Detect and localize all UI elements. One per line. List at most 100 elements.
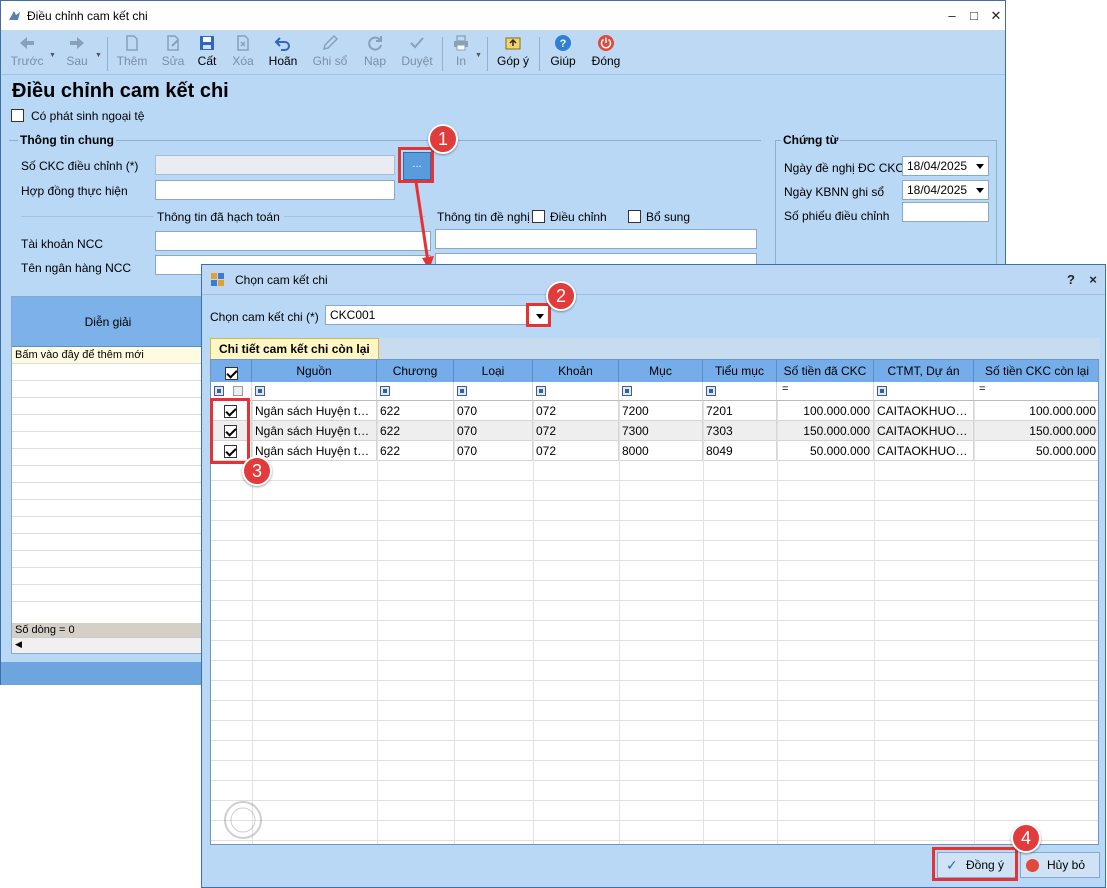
prev-button[interactable]: Trước	[7, 34, 47, 74]
col-header-so-tien-da-ckc[interactable]: Số tiền đã CKC	[777, 360, 874, 382]
cell-so-tien-da-ckc[interactable]: 150.000.000	[777, 421, 874, 441]
adjust-checkbox[interactable]	[532, 210, 545, 223]
col-header-so-tien-con-lai[interactable]: Số tiền CKC còn lại	[974, 360, 1098, 382]
ckc-number-input[interactable]	[155, 155, 395, 175]
supplement-checkbox[interactable]	[628, 210, 641, 223]
cell-so-tien-con-lai[interactable]: 100.000.000	[974, 401, 1098, 421]
filter-icon[interactable]	[380, 386, 390, 396]
grid-header-description[interactable]: Diễn giải	[12, 297, 204, 347]
cell-muc[interactable]: 8000	[619, 441, 703, 461]
horizontal-scrollbar[interactable]: ◀	[12, 637, 204, 653]
add-button[interactable]: Thêm	[113, 34, 151, 74]
table-row[interactable]: Ngân sách Huyện tự chủ 622 070 072 7300 …	[211, 421, 1098, 441]
filter-nguon[interactable]	[252, 382, 377, 401]
filter-icon[interactable]	[877, 386, 887, 396]
filter-ctmt[interactable]	[874, 382, 974, 401]
filter-icon[interactable]	[706, 386, 716, 396]
cancel-button[interactable]: Hủy bỏ	[1020, 852, 1100, 878]
feedback-button[interactable]: Góp ý	[493, 34, 533, 74]
close-button[interactable]: Đóng	[589, 34, 623, 74]
cell-nguon[interactable]: Ngân sách Huyện tự chủ	[252, 421, 377, 441]
filter-loai[interactable]	[454, 382, 533, 401]
cell-muc[interactable]: 7200	[619, 401, 703, 421]
select-all-checkbox[interactable]	[224, 366, 238, 380]
tab-remaining-details[interactable]: Chi tiết cam kết chi còn lại	[210, 338, 379, 359]
cell-khoan[interactable]: 072	[533, 401, 619, 421]
cell-chuong[interactable]: 622	[377, 441, 454, 461]
cell-khoan[interactable]: 072	[533, 441, 619, 461]
chevron-down-icon[interactable]	[976, 188, 984, 193]
print-dropdown-icon[interactable]: ▼	[475, 52, 482, 59]
kbnn-date-picker[interactable]: 18/04/2025	[902, 180, 989, 200]
contract-input[interactable]	[155, 180, 395, 200]
cell-nguon[interactable]: Ngân sách Huyện tự chủ	[252, 401, 377, 421]
print-button[interactable]: In	[448, 34, 474, 74]
slip-number-input[interactable]	[902, 202, 989, 222]
maximize-icon[interactable]: □	[963, 6, 985, 26]
edit-button[interactable]: Sửa	[155, 34, 191, 74]
col-header-ctmt[interactable]: CTMT, Dự án	[874, 360, 974, 382]
scroll-left-icon[interactable]: ◀	[15, 639, 22, 650]
cell-ctmt[interactable]: CAITAOKHUONVIEN	[874, 401, 974, 421]
filter-icon[interactable]	[622, 386, 632, 396]
supplier-account-input[interactable]	[155, 231, 431, 251]
cell-chuong[interactable]: 622	[377, 401, 454, 421]
filter-muc[interactable]	[619, 382, 703, 401]
select-commitment-combo[interactable]: CKC001	[325, 305, 550, 325]
col-header-loai[interactable]: Loại	[454, 360, 533, 382]
close-icon[interactable]: ✕	[985, 6, 1007, 26]
next-dropdown-icon[interactable]: ▼	[95, 52, 102, 59]
cell-loai[interactable]: 070	[454, 421, 533, 441]
cell-chuong[interactable]: 622	[377, 421, 454, 441]
filter-icon[interactable]	[214, 386, 224, 396]
equals-icon[interactable]: =	[979, 383, 985, 395]
cell-so-tien-con-lai[interactable]: 150.000.000	[974, 421, 1098, 441]
help-button[interactable]: ? Giúp	[547, 34, 579, 74]
cell-so-tien-con-lai[interactable]: 50.000.000	[974, 441, 1098, 461]
cell-loai[interactable]: 070	[454, 441, 533, 461]
cell-so-tien-da-ckc[interactable]: 100.000.000	[777, 401, 874, 421]
supplier-account-proposed-input[interactable]	[435, 229, 757, 249]
col-header-nguon[interactable]: Nguồn	[252, 360, 377, 382]
approve-button[interactable]: Duyệt	[397, 34, 437, 74]
cell-loai[interactable]: 070	[454, 401, 533, 421]
cell-so-tien-da-ckc[interactable]: 50.000.000	[777, 441, 874, 461]
filter-khoan[interactable]	[533, 382, 619, 401]
close-icon[interactable]: ×	[1082, 270, 1104, 290]
equals-icon[interactable]: =	[782, 383, 788, 395]
cell-ctmt[interactable]: CAITAOKHUONVIEN	[874, 441, 974, 461]
filter-chuong[interactable]	[377, 382, 454, 401]
reload-button[interactable]: Nạp	[358, 34, 392, 74]
cell-muc[interactable]: 7300	[619, 421, 703, 441]
filter-so-tien-da-ckc[interactable]: =	[777, 382, 874, 401]
cell-tieu-muc[interactable]: 7201	[703, 401, 777, 421]
col-header-chuong[interactable]: Chương	[377, 360, 454, 382]
postpone-button[interactable]: Hoãn	[266, 34, 300, 74]
request-date-picker[interactable]: 18/04/2025	[902, 156, 989, 176]
cell-ctmt[interactable]: CAITAOKHUONVIEN	[874, 421, 974, 441]
next-button[interactable]: Sau	[59, 34, 95, 74]
filter-check-icon[interactable]	[233, 386, 243, 396]
cell-tieu-muc[interactable]: 7303	[703, 421, 777, 441]
delete-button[interactable]: Xóa	[227, 34, 259, 74]
col-header-muc[interactable]: Mục	[619, 360, 703, 382]
prev-dropdown-icon[interactable]: ▼	[49, 52, 56, 59]
cell-tieu-muc[interactable]: 8049	[703, 441, 777, 461]
help-icon[interactable]: ?	[1060, 270, 1082, 290]
cell-nguon[interactable]: Ngân sách Huyện tự chủ	[252, 441, 377, 461]
col-header-khoan[interactable]: Khoản	[533, 360, 619, 382]
post-ledger-button[interactable]: Ghi sổ	[309, 34, 351, 74]
minimize-icon[interactable]: –	[941, 6, 963, 26]
chevron-down-icon[interactable]	[976, 164, 984, 169]
filter-tieu-muc[interactable]	[703, 382, 777, 401]
col-header-tieu-muc[interactable]: Tiểu mục	[703, 360, 777, 382]
filter-icon[interactable]	[536, 386, 546, 396]
filter-icon[interactable]	[457, 386, 467, 396]
filter-icon[interactable]	[255, 386, 265, 396]
foreign-currency-checkbox[interactable]	[11, 109, 24, 122]
add-new-row[interactable]: Bấm vào đây để thêm mới	[12, 347, 204, 364]
save-button[interactable]: Cất	[193, 34, 221, 74]
cell-khoan[interactable]: 072	[533, 421, 619, 441]
filter-so-tien-con-lai[interactable]: =	[974, 382, 1098, 401]
select-all-header[interactable]	[211, 360, 252, 382]
